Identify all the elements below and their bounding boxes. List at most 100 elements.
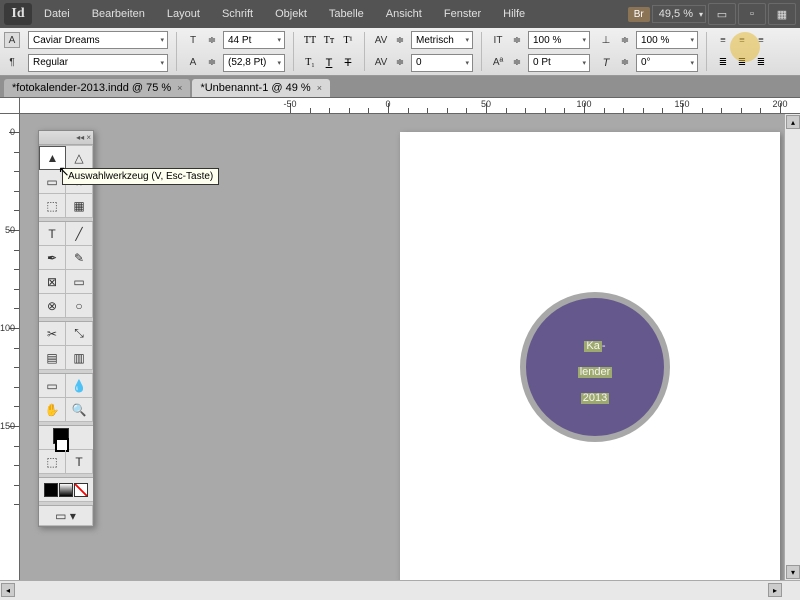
hand-tool-icon[interactable]: ✋ xyxy=(39,398,66,422)
view-mode-icon[interactable]: ▭ ▾ xyxy=(39,506,93,526)
highlight-marker xyxy=(730,32,760,62)
menu-datei[interactable]: Datei xyxy=(34,4,80,24)
formatting-text-icon[interactable]: T xyxy=(66,450,93,474)
ellipse-tool-icon[interactable]: ○ xyxy=(66,294,93,318)
rectangle-frame-tool-icon[interactable]: ⊠ xyxy=(39,270,66,294)
superscript-icon[interactable]: T¹ xyxy=(340,32,356,48)
bridge-badge[interactable]: Br xyxy=(628,7,650,22)
vertical-ruler[interactable]: 050100150 xyxy=(0,98,20,580)
ellipse-frame-tool-icon[interactable]: ⊗ xyxy=(39,294,66,318)
tab-label: *fotokalender-2013.indd @ 75 % xyxy=(12,82,171,94)
application-menubar: Id Datei Bearbeiten Layout Schrift Objek… xyxy=(0,0,800,28)
skew-dropdown[interactable]: 0° xyxy=(636,54,698,72)
fill-stroke-swatch[interactable] xyxy=(39,426,93,450)
pen-tool-icon[interactable]: ✒ xyxy=(39,246,66,270)
horizontal-ruler[interactable]: -50050100150200 xyxy=(20,98,800,114)
align-left-icon[interactable]: ≡ xyxy=(715,32,731,48)
view-options-icon[interactable]: ▭ xyxy=(708,3,736,25)
zoom-level-dropdown[interactable]: 49,5 % xyxy=(652,5,706,23)
gradient-feather-tool-icon[interactable]: ▥ xyxy=(66,346,93,370)
zoom-tool-icon[interactable]: 🔍 xyxy=(66,398,93,422)
scissors-tool-icon[interactable]: ✂ xyxy=(39,322,66,346)
menu-objekt[interactable]: Objekt xyxy=(265,4,317,24)
tracking-dropdown[interactable]: 0 xyxy=(411,54,473,72)
free-transform-tool-icon[interactable]: ⤡ xyxy=(66,322,93,346)
font-family-dropdown[interactable]: Caviar Dreams xyxy=(28,31,168,49)
hscale-icon: ⊥ xyxy=(598,32,614,48)
menu-tabelle[interactable]: Tabelle xyxy=(319,4,374,24)
vscale-icon: IT xyxy=(490,32,506,48)
type-tool-icon[interactable]: T xyxy=(39,222,66,246)
baseline-icon: Aª xyxy=(490,55,506,71)
control-panel: A ¶ Caviar Dreams Regular T≑44 Pt A≑(52,… xyxy=(0,28,800,76)
tab-label: *Unbenannt-1 @ 49 % xyxy=(200,82,310,94)
note-tool-icon[interactable]: ▭ xyxy=(39,374,66,398)
font-size-dropdown[interactable]: 44 Pt xyxy=(223,31,285,49)
strikethrough-icon[interactable]: T xyxy=(340,55,356,71)
menu-layout[interactable]: Layout xyxy=(157,4,210,24)
baseline-dropdown[interactable]: 0 Pt xyxy=(528,54,590,72)
line-tool-icon[interactable]: ╱ xyxy=(66,222,93,246)
eyedropper-tool-icon[interactable]: 💧 xyxy=(66,374,93,398)
rectangle-tool-icon[interactable]: ▭ xyxy=(66,270,93,294)
page[interactable]: Ka- lender 2013 xyxy=(400,132,780,580)
leading-dropdown[interactable]: (52,8 Pt) xyxy=(223,54,285,72)
mouse-cursor-icon: ↖ xyxy=(58,163,70,180)
underline-icon[interactable]: T xyxy=(321,55,337,71)
stepper-icon[interactable]: ≑ xyxy=(617,55,633,71)
subscript-icon[interactable]: T₁ xyxy=(302,55,318,71)
horizontal-scrollbar[interactable]: ◂ ▸ xyxy=(0,580,800,600)
tools-panel[interactable]: ◂◂ × ▲ △ ▭ ↔ ⬚ ▦ T ╱ ✒ ✎ ⊠ ▭ ⊗ ○ ✂ ⤡ ▤ ▥… xyxy=(38,130,94,527)
tab-unbenannt[interactable]: *Unbenannt-1 @ 49 % × xyxy=(192,79,330,97)
font-style-dropdown[interactable]: Regular xyxy=(28,54,168,72)
stepper-icon[interactable]: ≑ xyxy=(392,32,408,48)
stepper-icon[interactable]: ≑ xyxy=(509,32,525,48)
tracking-icon: AV xyxy=(373,55,389,71)
paragraph-controls-icon[interactable]: ¶ xyxy=(4,55,20,71)
stepper-icon[interactable]: ≑ xyxy=(204,32,220,48)
scroll-left-icon[interactable]: ◂ xyxy=(1,583,15,597)
tab-fotokalender[interactable]: *fotokalender-2013.indd @ 75 % × xyxy=(4,79,190,97)
stepper-icon[interactable]: ≑ xyxy=(509,55,525,71)
allcaps-icon[interactable]: TT xyxy=(302,32,318,48)
kerning-icon: AV xyxy=(373,32,389,48)
close-icon[interactable]: × xyxy=(317,83,322,93)
scroll-down-icon[interactable]: ▾ xyxy=(786,565,800,579)
content-placer-icon[interactable]: ▦ xyxy=(66,194,93,218)
panel-header[interactable]: ◂◂ × xyxy=(39,131,93,145)
ruler-origin[interactable] xyxy=(0,98,20,114)
gradient-swatch-tool-icon[interactable]: ▤ xyxy=(39,346,66,370)
arrange-icon[interactable]: ▦ xyxy=(768,3,796,25)
stepper-icon[interactable]: ≑ xyxy=(617,32,633,48)
stepper-icon[interactable]: ≑ xyxy=(204,55,220,71)
app-logo: Id xyxy=(4,3,32,25)
circle-object[interactable]: Ka- lender 2013 xyxy=(520,292,670,442)
menu-ansicht[interactable]: Ansicht xyxy=(376,4,432,24)
apply-color-row[interactable] xyxy=(39,478,93,502)
skew-icon: T xyxy=(598,55,614,71)
screen-mode-icon[interactable]: ▫ xyxy=(738,3,766,25)
scroll-right-icon[interactable]: ▸ xyxy=(768,583,782,597)
pencil-tool-icon[interactable]: ✎ xyxy=(66,246,93,270)
kerning-dropdown[interactable]: Metrisch xyxy=(411,31,473,49)
scroll-up-icon[interactable]: ▴ xyxy=(786,115,800,129)
formatting-container-icon[interactable]: ⬚ xyxy=(39,450,66,474)
hscale-dropdown[interactable]: 100 % xyxy=(636,31,698,49)
smallcaps-icon[interactable]: Tᴛ xyxy=(321,32,337,48)
menu-fenster[interactable]: Fenster xyxy=(434,4,491,24)
direct-selection-tool-icon[interactable]: △ xyxy=(66,146,93,170)
justify-left-icon[interactable]: ≣ xyxy=(715,55,731,71)
tool-tooltip: Auswahlwerkzeug (V, Esc-Taste) xyxy=(62,168,219,185)
document-tabbar: *fotokalender-2013.indd @ 75 % × *Unbenan… xyxy=(0,76,800,98)
content-collector-icon[interactable]: ⬚ xyxy=(39,194,66,218)
menu-hilfe[interactable]: Hilfe xyxy=(493,4,535,24)
leading-icon: A xyxy=(185,55,201,71)
vertical-scrollbar[interactable]: ▴ ▾ xyxy=(784,114,800,580)
vscale-dropdown[interactable]: 100 % xyxy=(528,31,590,49)
menu-schrift[interactable]: Schrift xyxy=(212,4,263,24)
menu-bearbeiten[interactable]: Bearbeiten xyxy=(82,4,155,24)
stepper-icon[interactable]: ≑ xyxy=(392,55,408,71)
calendar-text: Ka- lender 2013 xyxy=(578,328,613,406)
close-icon[interactable]: × xyxy=(177,83,182,93)
character-controls-icon[interactable]: A xyxy=(4,32,20,48)
